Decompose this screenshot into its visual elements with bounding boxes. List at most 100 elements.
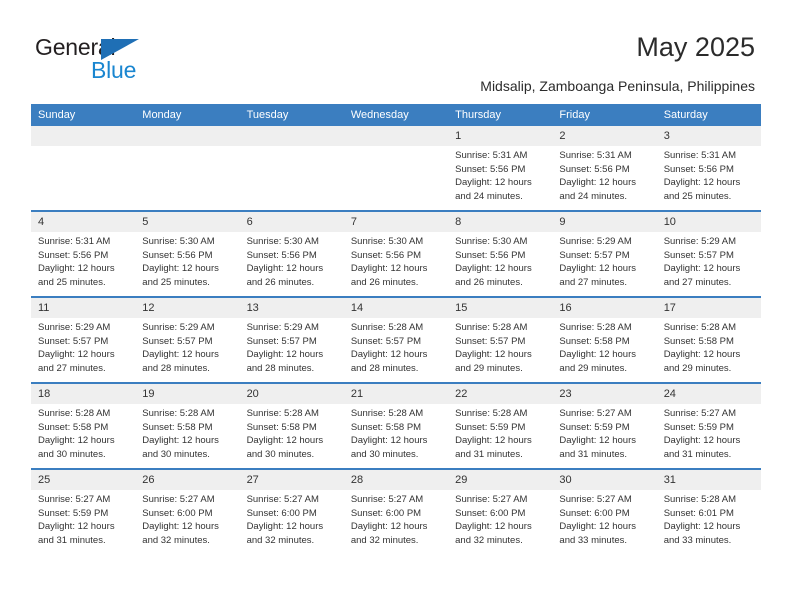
calendar-day-cell[interactable]: 27 Sunrise: 5:27 AM Sunset: 6:00 PM Dayligh… (239, 468, 344, 554)
sunset-text: Sunset: 5:56 PM (142, 249, 213, 261)
sunset-text: Sunset: 5:56 PM (455, 163, 526, 175)
day-number: 5 (135, 212, 240, 232)
brand-logo[interactable]: General Blue (35, 34, 215, 84)
daylight-text-line1: Daylight: 12 hours (350, 521, 428, 532)
calendar-cell-empty (343, 126, 449, 211)
sunset-text: Sunset: 5:56 PM (38, 249, 109, 261)
calendar-page: General Blue May 2025 Midsalip, Zamboang… (0, 0, 792, 612)
calendar-day-cell[interactable]: 5 Sunrise: 5:30 AM Sunset: 5:56 PM Daylight… (135, 210, 240, 297)
daylight-text-line2: and 33 minutes. (663, 534, 732, 546)
calendar-day-cell[interactable]: 4 Sunrise: 5:31 AM Sunset: 5:56 PM Daylight… (31, 210, 136, 297)
day-number: 21 (343, 384, 449, 404)
daylight-text-line1: Daylight: 12 hours (559, 263, 636, 274)
calendar-day-cell[interactable]: 28 Sunrise: 5:27 AM Sunset: 6:00 PM Dayligh… (343, 468, 449, 554)
day-number: 26 (135, 470, 240, 490)
day-details: Sunrise: 5:28 AM Sunset: 5:58 PM Daylight:… (31, 404, 135, 461)
calendar-day-cell[interactable]: 21 Sunrise: 5:28 AM Sunset: 5:58 PM Dayligh… (343, 382, 449, 469)
daylight-text-line1: Daylight: 12 hours (246, 435, 324, 446)
day-details: Sunrise: 5:27 AM Sunset: 6:00 PM Daylight:… (240, 490, 344, 547)
day-details: Sunrise: 5:27 AM Sunset: 6:00 PM Daylight:… (448, 490, 552, 547)
calendar-day-cell[interactable]: 16 Sunrise: 5:28 AM Sunset: 5:58 PM Dayligh… (552, 296, 657, 383)
daylight-text-line2: and 24 minutes. (455, 190, 523, 202)
calendar-day-cell[interactable]: 12 Sunrise: 5:29 AM Sunset: 5:57 PM Dayligh… (135, 296, 240, 383)
day-details: Sunrise: 5:30 AM Sunset: 5:56 PM Daylight:… (135, 232, 239, 289)
daylight-text-line2: and 30 minutes. (38, 448, 106, 460)
sunrise-text: Sunrise: 5:27 AM (455, 494, 528, 505)
calendar-day-cell[interactable]: 26 Sunrise: 5:27 AM Sunset: 6:00 PM Dayligh… (135, 468, 240, 554)
day-details: Sunrise: 5:28 AM Sunset: 5:58 PM Daylight:… (240, 404, 344, 461)
day-details: Sunrise: 5:31 AM Sunset: 5:56 PM Daylight:… (448, 146, 552, 203)
sunrise-text: Sunrise: 5:27 AM (246, 494, 319, 505)
day-details: Sunrise: 5:29 AM Sunset: 5:57 PM Daylight:… (657, 232, 761, 289)
calendar-cell-empty (31, 126, 136, 211)
calendar-day-cell[interactable]: 24 Sunrise: 5:27 AM Sunset: 5:59 PM Dayligh… (656, 382, 761, 469)
calendar-day-cell[interactable]: 13 Sunrise: 5:29 AM Sunset: 5:57 PM Dayligh… (239, 296, 344, 383)
day-details: Sunrise: 5:30 AM Sunset: 5:56 PM Daylight:… (344, 232, 448, 289)
calendar-day-cell[interactable]: 18 Sunrise: 5:28 AM Sunset: 5:58 PM Dayligh… (31, 382, 136, 469)
calendar-week-row: 1 Sunrise: 5:31 AM Sunset: 5:56 PM Daylight… (31, 126, 761, 211)
daylight-text-line2: and 27 minutes. (38, 362, 106, 374)
day-number: 15 (448, 298, 553, 318)
day-details: Sunrise: 5:28 AM Sunset: 5:57 PM Daylight:… (344, 318, 448, 375)
day-number: 13 (239, 298, 344, 318)
calendar-day-cell[interactable]: 9 Sunrise: 5:29 AM Sunset: 5:57 PM Daylight… (552, 210, 657, 297)
sunset-text: Sunset: 5:56 PM (350, 249, 422, 261)
calendar-day-cell[interactable]: 1 Sunrise: 5:31 AM Sunset: 5:56 PM Daylight… (448, 126, 553, 211)
day-number: 9 (552, 212, 657, 232)
weekday-header-sunday: Sunday (31, 104, 136, 126)
sunrise-text: Sunrise: 5:31 AM (455, 150, 528, 161)
daylight-text-line1: Daylight: 12 hours (38, 435, 115, 446)
sunrise-text: Sunrise: 5:29 AM (246, 322, 319, 333)
daylight-text-line2: and 25 minutes. (663, 190, 732, 202)
day-details: Sunrise: 5:27 AM Sunset: 6:00 PM Daylight:… (135, 490, 239, 547)
day-details: Sunrise: 5:28 AM Sunset: 5:59 PM Daylight:… (448, 404, 552, 461)
daylight-text-line1: Daylight: 12 hours (38, 349, 115, 360)
sunrise-text: Sunrise: 5:28 AM (663, 494, 737, 505)
day-number: 27 (239, 470, 344, 490)
day-details: Sunrise: 5:31 AM Sunset: 5:56 PM Daylight:… (552, 146, 656, 203)
calendar-week-row: 18 Sunrise: 5:28 AM Sunset: 5:58 PM Dayligh… (31, 382, 761, 469)
calendar-day-cell[interactable]: 20 Sunrise: 5:28 AM Sunset: 5:58 PM Dayligh… (239, 382, 344, 469)
day-number: 28 (343, 470, 449, 490)
sunrise-text: Sunrise: 5:28 AM (38, 408, 111, 419)
day-number: 12 (135, 298, 240, 318)
calendar-day-cell[interactable]: 8 Sunrise: 5:30 AM Sunset: 5:56 PM Daylight… (448, 210, 553, 297)
daylight-text-line1: Daylight: 12 hours (455, 263, 532, 274)
daylight-text-line1: Daylight: 12 hours (142, 521, 219, 532)
calendar-day-cell[interactable]: 23 Sunrise: 5:27 AM Sunset: 5:59 PM Dayligh… (552, 382, 657, 469)
sunrise-text: Sunrise: 5:31 AM (38, 236, 111, 247)
sunset-text: Sunset: 5:58 PM (350, 421, 422, 433)
calendar-day-cell[interactable]: 6 Sunrise: 5:30 AM Sunset: 5:56 PM Daylight… (239, 210, 344, 297)
calendar-day-cell[interactable]: 10 Sunrise: 5:29 AM Sunset: 5:57 PM Dayligh… (656, 210, 761, 297)
calendar-day-cell[interactable]: 19 Sunrise: 5:28 AM Sunset: 5:58 PM Dayligh… (135, 382, 240, 469)
calendar-day-cell[interactable]: 14 Sunrise: 5:28 AM Sunset: 5:57 PM Dayligh… (343, 296, 449, 383)
sunset-text: Sunset: 6:00 PM (350, 507, 422, 519)
calendar-day-cell[interactable]: 2 Sunrise: 5:31 AM Sunset: 5:56 PM Daylight… (552, 126, 657, 211)
calendar-day-cell[interactable]: 17 Sunrise: 5:28 AM Sunset: 5:58 PM Dayligh… (656, 296, 761, 383)
sunset-text: Sunset: 6:00 PM (246, 507, 317, 519)
daylight-text-line2: and 25 minutes. (142, 276, 210, 288)
calendar-day-cell[interactable]: 30 Sunrise: 5:27 AM Sunset: 6:00 PM Dayligh… (552, 468, 657, 554)
daylight-text-line2: and 27 minutes. (559, 276, 628, 288)
calendar-day-cell[interactable]: 29 Sunrise: 5:27 AM Sunset: 6:00 PM Dayligh… (448, 468, 553, 554)
day-number: 8 (448, 212, 553, 232)
daylight-text-line2: and 33 minutes. (559, 534, 628, 546)
calendar-day-cell[interactable]: 25 Sunrise: 5:27 AM Sunset: 5:59 PM Dayligh… (31, 468, 136, 554)
calendar-day-cell[interactable]: 3 Sunrise: 5:31 AM Sunset: 5:56 PM Daylight… (656, 126, 761, 211)
sunrise-text: Sunrise: 5:29 AM (38, 322, 111, 333)
sunset-text: Sunset: 5:57 PM (455, 335, 526, 347)
day-number: 23 (552, 384, 657, 404)
calendar-day-cell[interactable]: 22 Sunrise: 5:28 AM Sunset: 5:59 PM Dayligh… (448, 382, 553, 469)
calendar-day-cell[interactable]: 7 Sunrise: 5:30 AM Sunset: 5:56 PM Daylight… (343, 210, 449, 297)
day-number: 22 (448, 384, 553, 404)
day-number: 1 (448, 126, 553, 146)
calendar-day-cell[interactable]: 31 Sunrise: 5:28 AM Sunset: 6:01 PM Dayligh… (656, 468, 761, 554)
weekday-header-wednesday: Wednesday (343, 104, 449, 126)
sunset-text: Sunset: 5:58 PM (142, 421, 213, 433)
day-details: Sunrise: 5:31 AM Sunset: 5:56 PM Daylight:… (657, 146, 761, 203)
day-number: 29 (448, 470, 553, 490)
calendar-day-cell[interactable]: 15 Sunrise: 5:28 AM Sunset: 5:57 PM Dayligh… (448, 296, 553, 383)
daylight-text-line1: Daylight: 12 hours (246, 349, 324, 360)
day-number: 7 (343, 212, 449, 232)
calendar-day-cell[interactable]: 11 Sunrise: 5:29 AM Sunset: 5:57 PM Dayligh… (31, 296, 136, 383)
